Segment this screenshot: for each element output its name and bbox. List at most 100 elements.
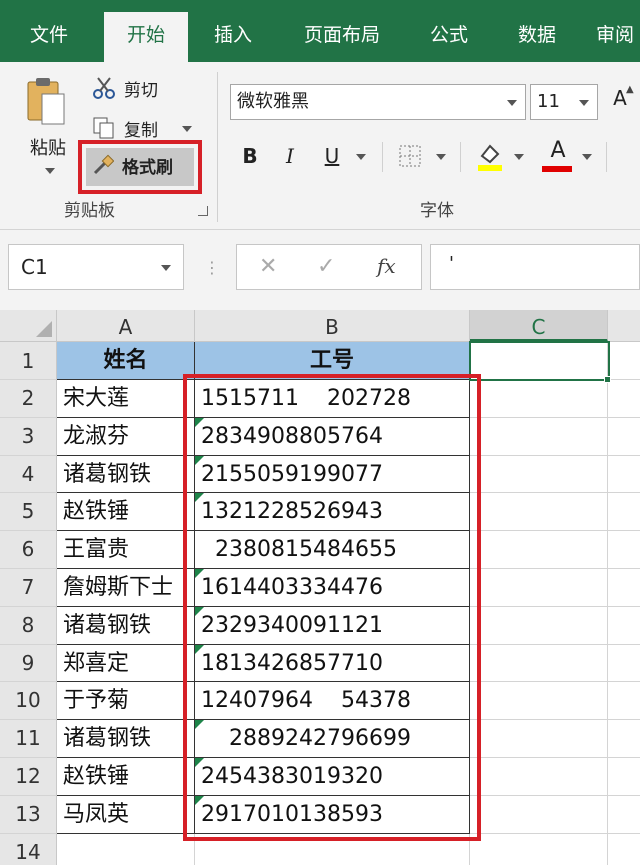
cell-name[interactable]: 宋大莲 [57, 380, 195, 418]
font-separator [606, 142, 607, 172]
cell-d[interactable] [608, 758, 640, 796]
fill-color-dropdown-icon[interactable] [514, 154, 524, 160]
cell-d[interactable] [608, 569, 640, 607]
row-header[interactable]: 14 [0, 833, 57, 865]
paste-dropdown-icon[interactable] [45, 168, 55, 174]
cell-c[interactable] [470, 682, 608, 721]
tab-page-layout[interactable]: 页面布局 [290, 0, 394, 62]
font-separator [460, 142, 461, 172]
underline-dropdown-icon[interactable] [356, 154, 366, 160]
row-header[interactable]: 5 [0, 493, 57, 532]
cell-name[interactable]: 王富贵 [57, 531, 195, 569]
cell-c[interactable] [470, 644, 608, 683]
cell-d[interactable] [608, 531, 640, 569]
cancel-icon[interactable]: ✕ [259, 254, 277, 279]
fill-color-icon[interactable] [476, 140, 504, 172]
cut-button[interactable]: 剪切 [124, 76, 158, 101]
tab-data[interactable]: 数据 [504, 0, 570, 62]
cell-name[interactable]: 赵铁锤 [57, 493, 195, 532]
cell-c[interactable] [470, 531, 608, 569]
cell-name[interactable]: 于予菊 [57, 682, 195, 721]
select-all-button[interactable] [0, 310, 57, 342]
font-size-select[interactable]: 11 [530, 84, 598, 120]
column-header-b[interactable]: B [195, 310, 470, 342]
cell-name[interactable]: 诸葛钢铁 [57, 606, 195, 645]
column-header-c[interactable]: C [470, 310, 608, 342]
font-color-dropdown-icon[interactable] [582, 154, 592, 160]
grow-font-arrow-icon: ▲ [626, 84, 634, 95]
fill-handle[interactable] [604, 376, 611, 383]
cell-d[interactable] [608, 682, 640, 721]
row-header[interactable]: 4 [0, 455, 57, 494]
cell-name[interactable]: 郑喜定 [57, 644, 195, 683]
cell-d[interactable] [608, 834, 640, 865]
cell-c[interactable] [470, 606, 608, 645]
tab-review[interactable]: 审阅 [596, 0, 640, 62]
row-header[interactable]: 8 [0, 606, 57, 645]
cell-c[interactable] [470, 569, 608, 607]
cell-d[interactable] [608, 607, 640, 645]
bold-button[interactable]: B [238, 144, 262, 168]
tab-formulas[interactable]: 公式 [416, 0, 482, 62]
borders-icon[interactable] [398, 144, 422, 168]
tab-insert[interactable]: 插入 [200, 0, 266, 62]
cell-c[interactable] [470, 795, 608, 834]
group-separator [217, 72, 218, 222]
tab-home[interactable]: 开始 [104, 12, 188, 62]
cell-c[interactable] [470, 417, 608, 456]
row-header[interactable]: 13 [0, 795, 57, 834]
cell-d[interactable] [608, 380, 640, 418]
cell-name[interactable]: 诸葛钢铁 [57, 455, 195, 494]
cell-c[interactable] [470, 380, 608, 418]
column-header-a[interactable]: A [57, 310, 195, 342]
cell-d[interactable] [608, 493, 640, 532]
name-box[interactable]: C1 [8, 244, 184, 290]
format-painter-button[interactable]: 格式刷 [78, 140, 202, 194]
row-header[interactable]: 12 [0, 758, 57, 796]
copy-icon [93, 117, 114, 139]
cell-d[interactable] [608, 418, 640, 456]
formula-input[interactable]: ' [430, 244, 640, 290]
row-header[interactable]: 11 [0, 720, 57, 758]
cell-d[interactable] [608, 796, 640, 834]
cell-name[interactable]: 龙淑芬 [57, 417, 195, 456]
font-name-select[interactable]: 微软雅黑 [230, 84, 526, 120]
tab-file[interactable]: 文件 [14, 0, 84, 62]
cell-d[interactable] [608, 720, 640, 758]
cell-d[interactable] [608, 645, 640, 683]
copy-button[interactable]: 复制 [124, 116, 158, 141]
cell-name[interactable]: 詹姆斯下士 [57, 569, 195, 607]
cell-c[interactable] [470, 455, 608, 494]
cell-d[interactable] [608, 342, 640, 380]
cell-c[interactable] [470, 720, 608, 758]
header-cell-name[interactable]: 姓名 [57, 342, 195, 380]
row-header[interactable]: 2 [0, 380, 57, 418]
cell-name[interactable]: 马凤英 [57, 795, 195, 834]
cell-c[interactable] [470, 758, 608, 796]
active-cell-c1[interactable] [469, 341, 610, 381]
row-header[interactable]: 7 [0, 569, 57, 607]
row-header[interactable]: 1 [0, 342, 57, 380]
paste-icon[interactable] [26, 76, 66, 126]
row-header[interactable]: 3 [0, 417, 57, 456]
cell-name[interactable]: 赵铁锤 [57, 758, 195, 796]
cell-c[interactable] [470, 833, 608, 865]
cell-name[interactable]: 诸葛钢铁 [57, 720, 195, 758]
row-header[interactable]: 6 [0, 531, 57, 569]
row-header[interactable]: 9 [0, 644, 57, 683]
cell-name[interactable] [57, 833, 195, 865]
column-header-d[interactable] [608, 310, 640, 342]
cell-d[interactable] [608, 456, 640, 494]
clipboard-launcher-icon[interactable] [198, 206, 208, 216]
font-color-button[interactable]: A [546, 138, 570, 163]
borders-dropdown-icon[interactable] [436, 154, 446, 160]
cell-c[interactable] [470, 493, 608, 532]
italic-button[interactable]: I [278, 144, 302, 168]
enter-icon[interactable]: ✓ [317, 254, 335, 279]
format-painter-label: 格式刷 [122, 158, 173, 178]
underline-button[interactable]: U [320, 144, 344, 168]
copy-dropdown-icon[interactable] [182, 126, 192, 132]
paste-button-label[interactable]: 粘贴 [30, 134, 66, 160]
row-header[interactable]: 10 [0, 682, 57, 721]
insert-function-icon[interactable]: fx [377, 254, 396, 278]
